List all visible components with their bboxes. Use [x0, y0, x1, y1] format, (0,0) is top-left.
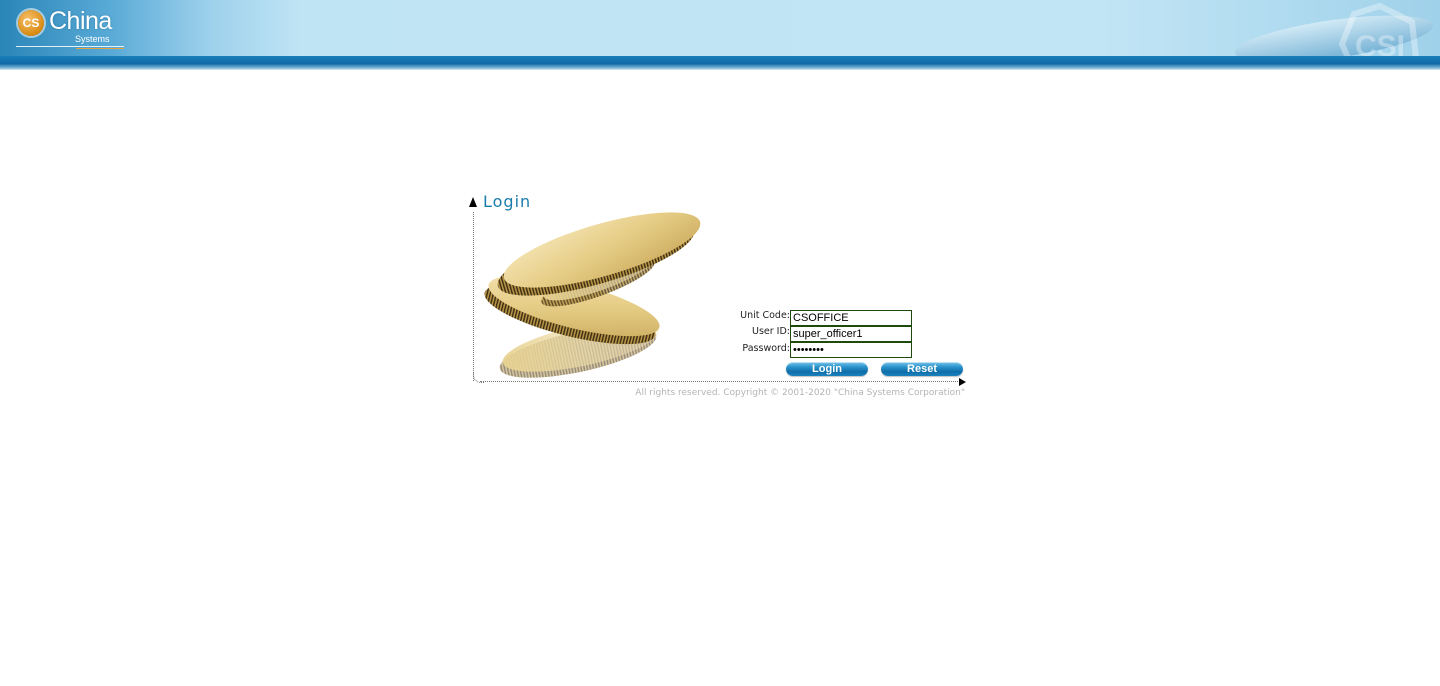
watermark-text: CSI — [1355, 30, 1405, 56]
reset-button[interactable]: Reset — [881, 362, 963, 376]
cs-logo-icon: CS — [18, 10, 44, 36]
logo-accent-line — [76, 48, 124, 49]
page-header: CS China Systems CSI — [0, 0, 1440, 56]
frame-bottom-border — [480, 381, 958, 382]
login-title: Login — [483, 191, 532, 211]
frame-left-border — [473, 212, 474, 381]
triangle-right-icon — [959, 378, 966, 386]
password-label: Password: — [742, 343, 790, 354]
china-systems-logo: CS China Systems — [16, 6, 136, 52]
user-id-input[interactable] — [790, 326, 912, 342]
unit-code-input[interactable] — [790, 310, 912, 326]
login-heading: Login — [469, 191, 531, 211]
copyright-text: All rights reserved. Copyright © 2001-20… — [635, 388, 965, 398]
password-input[interactable] — [790, 342, 912, 358]
coins-illustration — [484, 212, 701, 378]
header-bottom-band — [0, 56, 1440, 70]
csi-watermark-icon: CSI — [1338, 2, 1419, 56]
login-button[interactable]: Login — [786, 362, 868, 376]
user-id-label: User ID: — [752, 326, 790, 337]
unit-code-label: Unit Code: — [740, 310, 790, 321]
triangle-up-icon — [469, 197, 477, 207]
logo-underline — [16, 46, 124, 47]
logo-subtitle: Systems — [75, 34, 110, 44]
logo-name: China — [49, 7, 112, 35]
